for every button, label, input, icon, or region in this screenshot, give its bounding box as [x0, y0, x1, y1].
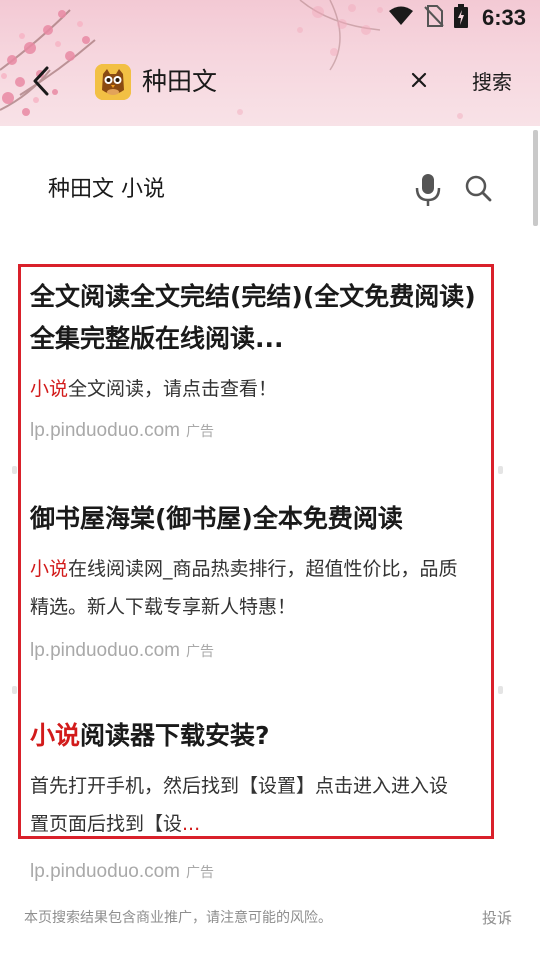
snippet-ellipsis: ...: [182, 813, 201, 835]
back-button[interactable]: [24, 64, 58, 102]
result-title-line: 全文阅读全文完结(完结)(全文免费阅读): [30, 282, 476, 311]
snippet-text: 全文阅读，请点击查看！: [68, 378, 278, 400]
result-source: lp.pinduoduo.com 广告: [30, 857, 500, 887]
snippet-text: 在线阅读网_商品热卖排行，超值性价比，品质: [68, 558, 458, 580]
side-marker: [12, 686, 17, 694]
title-text: 阅读器下载安装?: [80, 721, 270, 750]
ad-label: 广告: [186, 864, 214, 880]
snippet-text: 置页面后找到【设: [30, 813, 183, 835]
result-title[interactable]: 御书屋海棠(御书屋)全本免费阅读: [30, 498, 500, 540]
chevron-left-icon: [31, 66, 51, 100]
ad-label: 广告: [186, 423, 214, 439]
snippet-text: 精选。新人下载专享新人特惠！: [30, 596, 297, 618]
microphone-icon: [414, 174, 442, 212]
result-title[interactable]: 小说阅读器下载安装?: [30, 715, 500, 757]
battery-charging-icon: [453, 4, 468, 32]
search-result-1[interactable]: 全文阅读全文完结(完结)(全文免费阅读) 全集完整版在线阅读... 小说全文阅读…: [30, 276, 500, 446]
clear-button[interactable]: [404, 66, 434, 98]
source-domain: lp.pinduoduo.com: [30, 640, 180, 661]
snippet-highlight: 小说: [30, 558, 69, 580]
search-button[interactable]: 搜索: [466, 64, 518, 100]
title-highlight: 小说: [30, 721, 81, 750]
result-source: lp.pinduoduo.com 广告: [30, 416, 500, 446]
search-result-3[interactable]: 小说阅读器下载安装? 首先打开手机，然后找到【设置】点击进入进入设 置页面后找到…: [30, 715, 500, 887]
voice-search-button[interactable]: [414, 172, 442, 208]
no-sim-icon: [424, 4, 444, 32]
snippet-highlight: 小说: [30, 378, 69, 400]
status-bar: 6:33: [0, 0, 540, 36]
ad-label: 广告: [186, 643, 214, 659]
side-marker: [12, 466, 17, 474]
result-source: lp.pinduoduo.com 广告: [30, 636, 500, 666]
commercial-notice: 本页搜索结果包含商业推广，请注意可能的风险。: [24, 910, 332, 926]
result-title[interactable]: 全文阅读全文完结(完结)(全文免费阅读) 全集完整版在线阅读...: [30, 276, 500, 360]
close-icon: [411, 72, 427, 92]
result-title-line: 御书屋海棠(御书屋)全本免费阅读: [30, 504, 403, 533]
wifi-icon: [388, 5, 414, 31]
result-snippet: 小说在线阅读网_商品热卖排行，超值性价比，品质 精选。新人下载专享新人特惠！: [30, 550, 500, 626]
search-icon: [464, 175, 494, 208]
search-submit-button[interactable]: [464, 174, 494, 206]
result-snippet: 小说全文阅读，请点击查看！: [30, 370, 500, 408]
result-title-line: 全集完整版在线阅读...: [30, 324, 284, 353]
snippet-text: 首先打开手机，然后找到【设置】点击进入进入设: [30, 775, 449, 797]
search-box: 种田文 小说: [0, 160, 540, 220]
search-title[interactable]: 种田文: [142, 64, 217, 100]
side-marker: [498, 466, 503, 474]
toolbar: 种田文 搜索: [0, 56, 540, 110]
owl-logo-icon: [95, 64, 131, 100]
result-snippet: 首先打开手机，然后找到【设置】点击进入进入设 置页面后找到【设...: [30, 767, 500, 843]
report-link[interactable]: 投诉: [482, 906, 512, 930]
search-result-2[interactable]: 御书屋海棠(御书屋)全本免费阅读 小说在线阅读网_商品热卖排行，超值性价比，品质…: [30, 498, 500, 666]
search-query-text[interactable]: 种田文 小说: [48, 172, 165, 208]
source-domain: lp.pinduoduo.com: [30, 420, 180, 441]
scrollbar-thumb[interactable]: [533, 130, 538, 226]
side-marker: [498, 686, 503, 694]
status-time: 6:33: [481, 5, 526, 30]
source-domain: lp.pinduoduo.com: [30, 861, 180, 882]
